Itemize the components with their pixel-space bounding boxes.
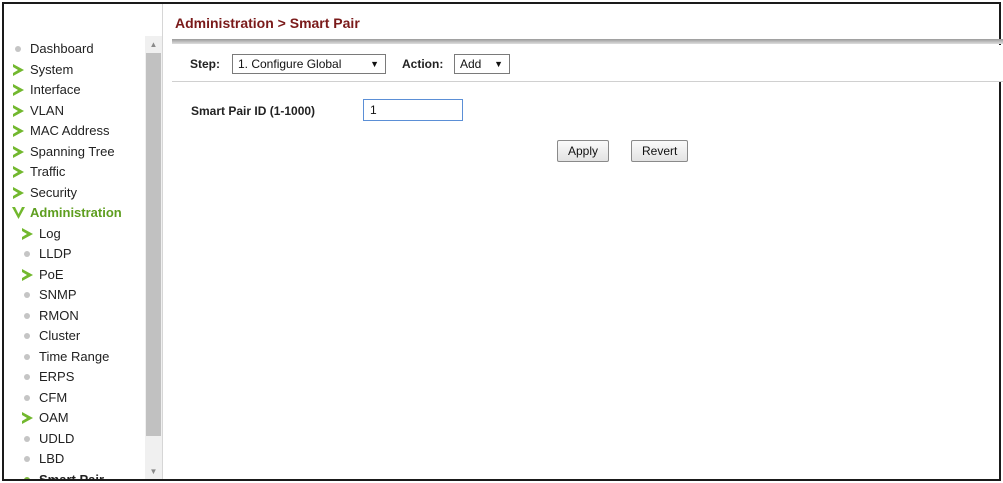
sidebar-item-label: VLAN [30, 102, 64, 118]
scroll-up-arrow-icon[interactable]: ▲ [145, 36, 162, 52]
sidebar-item-log[interactable]: Log [12, 224, 144, 245]
sidebar-item-time-range[interactable]: Time Range [12, 347, 144, 368]
sidebar-item-udld[interactable]: UDLD [12, 429, 144, 450]
dot-icon [21, 330, 39, 342]
action-label: Action: [402, 57, 444, 71]
arrow-right-icon [21, 227, 39, 240]
dropdown-arrow-icon: ▼ [370, 59, 379, 69]
sidebar-item-lldp[interactable]: LLDP [12, 244, 144, 265]
sidebar-item-label: LLDP [39, 246, 72, 261]
smart-pair-id-label: Smart Pair ID (1-1000) [191, 104, 316, 118]
arrow-right-icon [12, 186, 30, 199]
step-select[interactable]: 1. Configure Global ▼ [232, 54, 386, 74]
title-divider [172, 39, 1003, 44]
sidebar-item-cfm[interactable]: CFM [12, 388, 144, 409]
sidebar-item-rmon[interactable]: RMON [12, 306, 144, 327]
sidebar-item-mac-address[interactable]: MAC Address [12, 121, 144, 142]
dot-icon [21, 310, 39, 322]
dot-icon [21, 453, 39, 465]
sidebar-item-label: System [30, 61, 74, 77]
arrow-right-icon [21, 412, 39, 425]
sidebar: Dashboard System Interface VLAN MAC Address S… [4, 4, 163, 479]
dot-icon [21, 474, 39, 479]
sidebar-nav: Dashboard System Interface VLAN MAC Address S… [12, 39, 144, 479]
sidebar-item-interface[interactable]: Interface [12, 80, 144, 101]
dropdown-arrow-icon: ▼ [494, 59, 503, 69]
sidebar-item-label: Administration [30, 205, 122, 220]
sidebar-item-administration[interactable]: Administration [12, 203, 144, 224]
sidebar-item-label: CFM [39, 389, 68, 405]
dot-icon [21, 351, 39, 363]
arrow-right-icon [12, 166, 30, 179]
sidebar-scrollbar[interactable]: ▲ ▼ [145, 36, 162, 479]
sidebar-item-security[interactable]: Security [12, 183, 144, 204]
revert-button[interactable]: Revert [631, 140, 689, 162]
dot-icon [12, 43, 30, 55]
apply-button[interactable]: Apply [557, 140, 610, 162]
sidebar-item-label: Cluster [39, 328, 81, 343]
arrow-right-icon [12, 84, 30, 97]
dot-icon [21, 433, 39, 445]
sidebar-item-label: RMON [39, 307, 79, 323]
sidebar-item-smart-pair[interactable]: Smart Pair [12, 470, 144, 480]
dot-icon [21, 371, 39, 383]
smart-pair-id-input[interactable] [363, 99, 463, 121]
sidebar-item-vlan[interactable]: VLAN [12, 101, 144, 122]
sidebar-item-label: Log [39, 225, 61, 241]
page-title: Administration > Smart Pair [175, 15, 360, 31]
arrow-right-icon [21, 268, 39, 281]
sidebar-item-lbd[interactable]: LBD [12, 449, 144, 470]
sidebar-item-label: Dashboard [30, 41, 94, 56]
arrow-right-icon [12, 104, 30, 117]
step-label: Step: [190, 57, 220, 71]
sidebar-item-label: Security [30, 184, 77, 200]
sidebar-item-system[interactable]: System [12, 60, 144, 81]
step-select-value: 1. Configure Global [238, 57, 342, 71]
sidebar-item-poe[interactable]: PoE [12, 265, 144, 286]
sidebar-item-label: Interface [30, 82, 81, 97]
sidebar-item-snmp[interactable]: SNMP [12, 285, 144, 306]
sidebar-item-label: PoE [39, 266, 64, 282]
sidebar-item-label: OAM [39, 410, 69, 425]
sidebar-item-label: Spanning Tree [30, 143, 115, 159]
arrow-right-icon [12, 63, 30, 76]
sidebar-item-label: ERPS [39, 369, 75, 384]
sidebar-item-dashboard[interactable]: Dashboard [12, 39, 144, 60]
sidebar-item-label: SNMP [39, 287, 77, 302]
chevron-down-icon [12, 207, 30, 220]
sidebar-item-oam[interactable]: OAM [12, 408, 144, 429]
sidebar-item-spanning-tree[interactable]: Spanning Tree [12, 142, 144, 163]
sidebar-item-erps[interactable]: ERPS [12, 367, 144, 388]
action-select[interactable]: Add ▼ [454, 54, 510, 74]
step-bar: Step: 1. Configure Global ▼ Action: Add … [172, 45, 1003, 82]
arrow-right-icon [12, 145, 30, 158]
scrollbar-thumb[interactable] [146, 53, 161, 436]
sidebar-item-label: LBD [39, 451, 65, 466]
sidebar-item-label: MAC Address [30, 123, 110, 138]
arrow-right-icon [12, 125, 30, 138]
sidebar-item-label: UDLD [39, 430, 75, 446]
dot-icon [21, 248, 39, 260]
action-select-value: Add [460, 57, 482, 71]
dot-icon [21, 392, 39, 404]
app-frame: Dashboard System Interface VLAN MAC Address S… [2, 2, 1003, 481]
sidebar-item-cluster[interactable]: Cluster [12, 326, 144, 347]
sidebar-item-label: Traffic [30, 164, 66, 179]
scroll-down-arrow-icon[interactable]: ▼ [145, 463, 162, 479]
sidebar-item-traffic[interactable]: Traffic [12, 162, 144, 183]
sidebar-item-label: Time Range [39, 348, 110, 364]
sidebar-item-label: Smart Pair [39, 471, 105, 480]
dot-icon [21, 289, 39, 301]
